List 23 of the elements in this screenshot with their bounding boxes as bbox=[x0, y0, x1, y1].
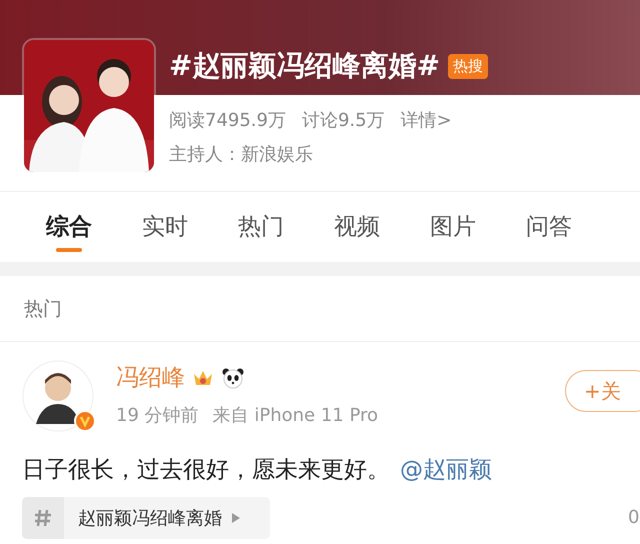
mention-link[interactable]: @赵丽颖 bbox=[400, 457, 492, 483]
panda-icon bbox=[221, 366, 245, 390]
read-count: 阅读7495.9万 bbox=[169, 109, 286, 132]
tab[interactable]: 综合 bbox=[20, 200, 116, 254]
details-link[interactable]: 详情> bbox=[400, 108, 452, 132]
tab[interactable]: 视频 bbox=[308, 200, 404, 254]
tab[interactable]: 图片 bbox=[404, 200, 500, 254]
triangle-icon bbox=[232, 513, 240, 523]
tab[interactable]: 实时 bbox=[116, 200, 212, 254]
topic-chip[interactable]: 赵丽颖冯绍峰离婚 bbox=[22, 497, 270, 539]
hashtag-icon bbox=[22, 497, 64, 539]
host-label: 主持人：新浪娱乐 bbox=[169, 144, 313, 165]
post-text: 日子很长，过去很好，愿未来更好。 @赵丽颖 bbox=[22, 456, 493, 485]
hot-search-badge: 热搜 bbox=[448, 54, 488, 78]
avatar[interactable] bbox=[22, 360, 94, 432]
section-title: 热门 bbox=[24, 296, 62, 322]
discussion-count: 讨论9.5万 bbox=[302, 109, 385, 132]
count-label: 0 bbox=[628, 507, 640, 528]
tab[interactable]: 热门 bbox=[212, 200, 308, 254]
post-time: 19 分钟前 bbox=[116, 404, 199, 427]
topic-title: #赵丽颖冯绍峰离婚# bbox=[169, 48, 440, 84]
tab[interactable]: 问答 bbox=[500, 200, 596, 254]
post-source: 来自 iPhone 11 Pro bbox=[212, 404, 378, 427]
